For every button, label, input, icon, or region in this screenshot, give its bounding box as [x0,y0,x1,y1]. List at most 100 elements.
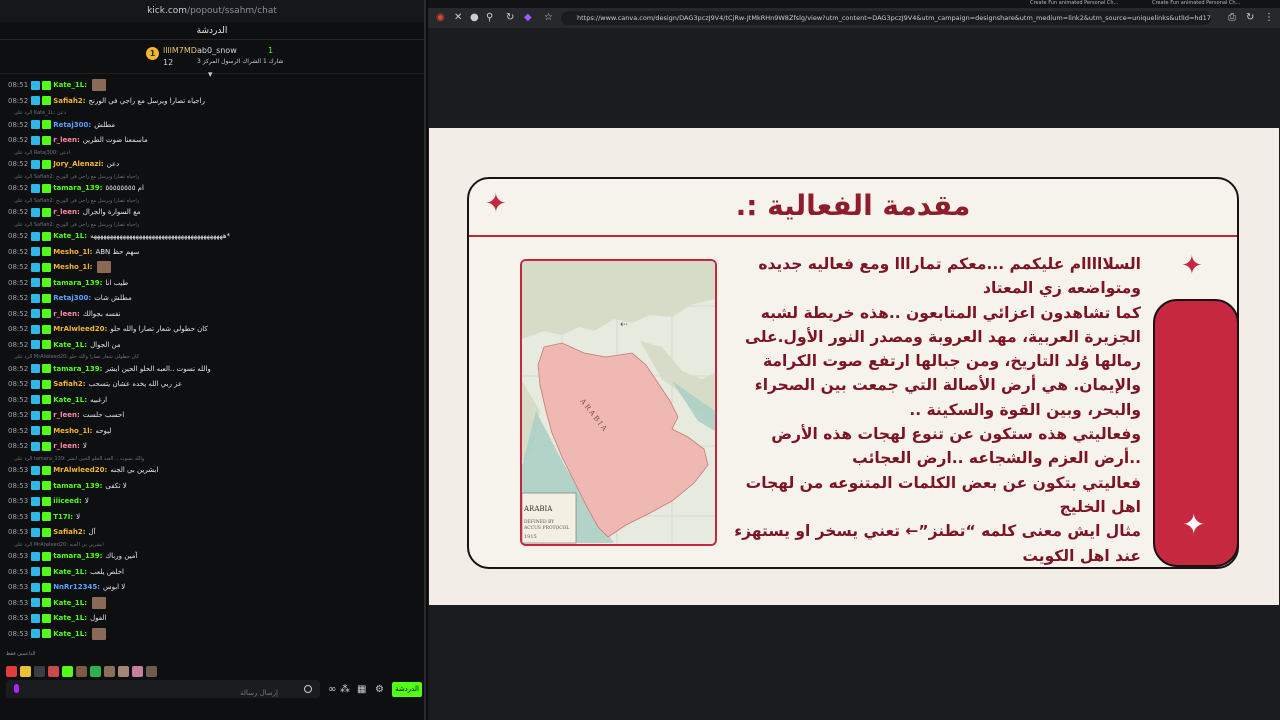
emote-icon[interactable] [146,666,157,677]
bookmark-icon[interactable]: ⎙ [1228,12,1236,23]
chat-message[interactable]: 08:53 Kate_1L: الفول [8,611,424,627]
gear-icon[interactable]: ⚙ [375,684,384,695]
message-username[interactable]: tamara_139: [53,482,102,490]
message-username[interactable]: r_leen: [53,310,80,318]
chat-message[interactable]: 08:53 Kate_1L: [8,627,424,643]
address-bar[interactable]: https://www.canva.com/design/DAG3pczJ9V4… [561,11,1211,25]
chat-message[interactable]: 08:52 r_leen: احسب حلست [8,408,424,424]
chat-message-input[interactable] [6,684,296,702]
emote-icon[interactable] [132,666,143,677]
emote-icon[interactable] [90,666,101,677]
message-username[interactable]: Retaj300: [53,121,91,129]
emote-icon[interactable] [118,666,129,677]
message-username[interactable]: Safiah2: [53,97,85,105]
emote-icon[interactable] [48,666,59,677]
message-username[interactable]: Kate_1L: [53,568,87,576]
message-username[interactable]: Kate_1L: [53,599,87,607]
infinity-icon[interactable]: ∞ [328,684,336,695]
message-username[interactable]: Kate_1L: [53,232,87,240]
chat-message[interactable]: 08:52 Retaj300: مطلش [8,118,424,134]
reload-icon[interactable]: ↻ [506,12,514,23]
message-username[interactable]: Kate_1L: [53,614,87,622]
pin-icon[interactable]: ⚲ [486,12,493,23]
chat-message[interactable]: 08:52 r_leen: نفسه بجوالك [8,307,424,323]
message-username[interactable]: Mesho_1l: [53,427,92,435]
chat-message[interactable]: 08:52 tamara_139: ام ٥٥٥٥٥٥٥٥ [8,181,424,197]
message-username[interactable]: r_leen: [53,411,80,419]
chat-message[interactable]: 08:52 Mesho_1l: ليوحه [8,424,424,440]
chat-message[interactable]: 08:52 Mesho_1l: [8,260,424,276]
emote-icon[interactable] [34,666,45,677]
chrome-icon[interactable]: ◉ [436,12,445,23]
message-username[interactable]: r_leen: [53,208,80,216]
chat-message[interactable]: 08:52 r_leen: لا [8,439,424,455]
message-username[interactable]: tamara_139: [53,184,102,192]
emote-icon[interactable] [62,666,73,677]
pinned-gift-banner[interactable]: 1 llllM7MD 12 ab0_snow شارك 1 الشراك الر… [0,40,424,74]
message-username[interactable]: r_leen: [53,136,80,144]
chat-message[interactable]: 08:53 Safiah2: آل [8,525,424,541]
message-username[interactable]: MrAlwleed20: [53,325,107,333]
message-username[interactable]: r_leen: [53,442,80,450]
message-username[interactable]: T17I: [53,513,73,521]
chat-message[interactable]: 08:52 Mesho_1l: ABN سهم حظ [8,245,424,261]
chat-message-list[interactable]: 08:51 Kate_1L: 08:52 Safiah2: راجياه تصارا و… [0,78,424,658]
chat-message[interactable]: 08:53 iiiceed: لا [8,494,424,510]
chat-message[interactable]: 08:51 Kate_1L: [8,78,424,94]
chat-message[interactable]: 08:53 MrAlwleed20: ابشرين بي الجنه [8,463,424,479]
chat-message[interactable]: 08:53 Kate_1L: اخلص يلعب [8,565,424,581]
chat-message[interactable]: 08:52 tamara_139: والله تسوت ..العبه الحلو… [8,362,424,378]
send-chat-button[interactable]: الدردشة [392,682,422,697]
emoji-icon[interactable] [304,685,312,693]
browser-tab[interactable]: Create Fun animated Personal Ch... [1030,0,1118,8]
chat-message[interactable]: 08:52 Kate_1L: من الجوال [8,338,424,354]
chat-input-box[interactable] [6,680,320,702]
users-icon[interactable]: ⁂ [340,684,350,695]
menu-dots-icon[interactable]: ⋮ [1264,12,1274,23]
message-username[interactable]: tamara_139: [53,279,102,287]
message-username[interactable]: Mesho_1l: [53,248,92,256]
chat-message[interactable]: 08:52 Kate_1L: ارغبيه [8,393,424,409]
chat-message[interactable]: 08:53 tamara_139: آمين ورباك [8,549,424,565]
chat-message[interactable]: 08:53 T17I: لا [8,510,424,526]
emote-quick-bar[interactable] [6,662,160,677]
chat-message[interactable]: 08:52 r_leen: مع السوارة والجرال [8,205,424,221]
message-username[interactable]: Safiah2: [53,528,85,536]
chat-url-bar[interactable]: kick.com/popout/ssahm/chat [0,0,424,22]
emote-icon[interactable] [6,666,17,677]
reload-icon[interactable]: ↻ [1246,12,1254,23]
chat-message[interactable]: 08:52 Retaj300: مطلش شات [8,291,424,307]
emote-icon[interactable] [104,666,115,677]
message-username[interactable]: Kate_1L: [53,396,87,404]
message-username[interactable]: Kate_1L: [53,630,87,638]
chat-message[interactable]: 08:52 r_leen: ماسمعنا صوت الطرين [8,133,424,149]
message-username[interactable]: Jory_Alenazi: [53,160,103,168]
chat-message[interactable]: 08:52 Safiah2: عز ربي الله يخده عشان يتسحب [8,377,424,393]
extension-icon[interactable]: ◆ [524,12,532,23]
emote-icon[interactable] [20,666,31,677]
message-username[interactable]: NnRr12345: [53,583,100,591]
message-username[interactable]: Kate_1L: [53,81,87,89]
mic-icon[interactable] [14,684,19,693]
chat-message[interactable]: 08:52 Safiah2: راجياه تصارا ويرسل مع راجي … [8,94,424,110]
message-username[interactable]: tamara_139: [53,552,102,560]
chat-message[interactable]: 08:53 tamara_139: لا تكفى [8,479,424,495]
emote-icon[interactable] [76,666,87,677]
close-icon[interactable]: ✕ [454,12,462,23]
message-username[interactable]: MrAlwleed20: [53,466,107,474]
chat-message[interactable]: 08:52 tamara_139: طيب انا [8,276,424,292]
store-icon[interactable]: ▦ [357,684,366,695]
profile-icon[interactable]: ● [470,12,479,23]
chat-message[interactable]: 08:53 NnRr12345: لا ابوس [8,580,424,596]
chat-message[interactable]: 08:52 MrAlwleed20: كان حطولي شعار تصارا وا… [8,322,424,338]
chat-message[interactable]: 08:52 Jory_Alenazi: دعن [8,157,424,173]
bookmark-star-icon[interactable]: ☆ [544,12,553,23]
chat-message[interactable]: 08:52 Kate_1L: ههههههههههههههههههههههههههه… [8,229,424,245]
message-username[interactable]: Mesho_1l: [53,263,92,271]
browser-tab[interactable]: Create Fun animated Personal Ch... [1152,0,1240,8]
message-username[interactable]: Kate_1L: [53,341,87,349]
message-username[interactable]: tamara_139: [53,365,102,373]
message-username[interactable]: Safiah2: [53,380,85,388]
chat-message[interactable]: 08:53 Kate_1L: [8,596,424,612]
message-username[interactable]: Retaj300: [53,294,91,302]
